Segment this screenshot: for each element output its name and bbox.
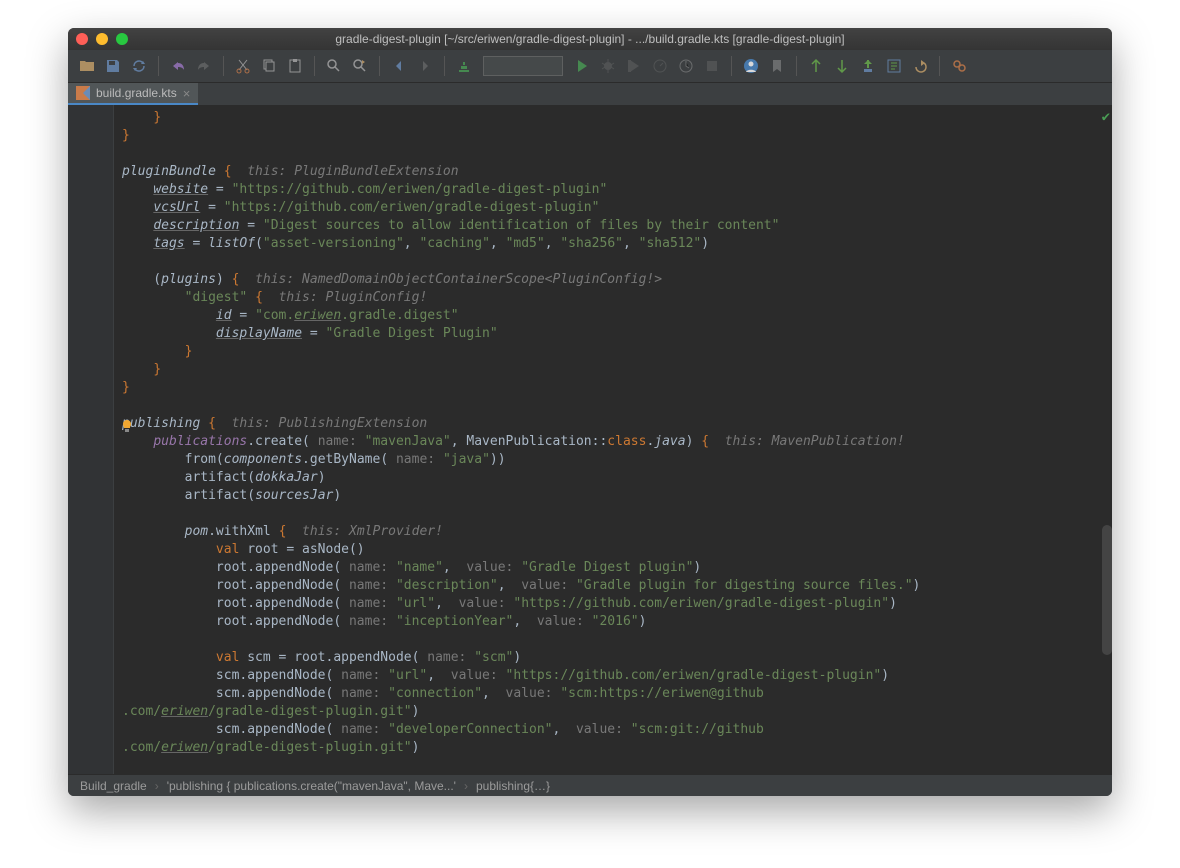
minimize-button[interactable]: [96, 33, 108, 45]
editor[interactable]: } } pluginBundle { this: PluginBundleExt…: [68, 105, 1112, 774]
toolbar: [68, 50, 1112, 83]
back-icon[interactable]: [388, 55, 410, 77]
forward-icon[interactable]: [414, 55, 436, 77]
build-icon[interactable]: [453, 55, 475, 77]
open-icon[interactable]: [76, 55, 98, 77]
debug-icon[interactable]: [597, 55, 619, 77]
copy-icon[interactable]: [258, 55, 280, 77]
gutter[interactable]: [68, 105, 114, 774]
avatar-icon[interactable]: [740, 55, 762, 77]
window-title: gradle-digest-plugin [~/src/eriwen/gradl…: [68, 32, 1112, 46]
profiler-icon[interactable]: [675, 55, 697, 77]
code-area[interactable]: } } pluginBundle { this: PluginBundleExt…: [114, 105, 1100, 774]
breadcrumb: Build_gradle › 'publishing { publication…: [68, 774, 1112, 796]
run-icon[interactable]: [571, 55, 593, 77]
kotlin-file-icon: [76, 86, 90, 100]
tabbar: build.gradle.kts ×: [68, 83, 1112, 105]
run-config-dropdown[interactable]: [483, 56, 563, 76]
tab-build-gradle-kts[interactable]: build.gradle.kts ×: [68, 83, 198, 105]
intention-bulb-icon[interactable]: [120, 419, 134, 433]
close-button[interactable]: [76, 33, 88, 45]
tab-label: build.gradle.kts: [96, 86, 177, 100]
cut-icon[interactable]: [232, 55, 254, 77]
vcs-push-icon[interactable]: [857, 55, 879, 77]
analysis-ok-icon: ✔: [1102, 109, 1110, 125]
coverage-icon[interactable]: [623, 55, 645, 77]
breadcrumb-item[interactable]: Build_gradle: [80, 779, 147, 793]
maximize-button[interactable]: [116, 33, 128, 45]
redo-icon[interactable]: [193, 55, 215, 77]
tab-close-icon[interactable]: ×: [183, 86, 191, 101]
breadcrumb-item[interactable]: publishing{…}: [476, 779, 550, 793]
sync-icon[interactable]: [128, 55, 150, 77]
vcs-history-icon[interactable]: [883, 55, 905, 77]
ide-window: gradle-digest-plugin [~/src/eriwen/gradl…: [68, 28, 1112, 796]
breadcrumb-item[interactable]: 'publishing { publications.create("maven…: [167, 779, 456, 793]
chevron-right-icon: ›: [155, 779, 159, 793]
undo-icon[interactable]: [167, 55, 189, 77]
stop-icon[interactable]: [701, 55, 723, 77]
error-stripe[interactable]: ✔: [1100, 105, 1112, 774]
search-everywhere-icon[interactable]: [948, 55, 970, 77]
save-icon[interactable]: [102, 55, 124, 77]
bookmark-icon[interactable]: [766, 55, 788, 77]
paste-icon[interactable]: [284, 55, 306, 77]
replace-icon[interactable]: [349, 55, 371, 77]
find-icon[interactable]: [323, 55, 345, 77]
profile-icon[interactable]: [649, 55, 671, 77]
vcs-update-icon[interactable]: [805, 55, 827, 77]
titlebar[interactable]: gradle-digest-plugin [~/src/eriwen/gradl…: [68, 28, 1112, 50]
traffic-lights: [76, 33, 128, 45]
vcs-commit-icon[interactable]: [831, 55, 853, 77]
vcs-revert-icon[interactable]: [909, 55, 931, 77]
chevron-right-icon: ›: [464, 779, 468, 793]
scrollbar[interactable]: [1102, 525, 1112, 655]
